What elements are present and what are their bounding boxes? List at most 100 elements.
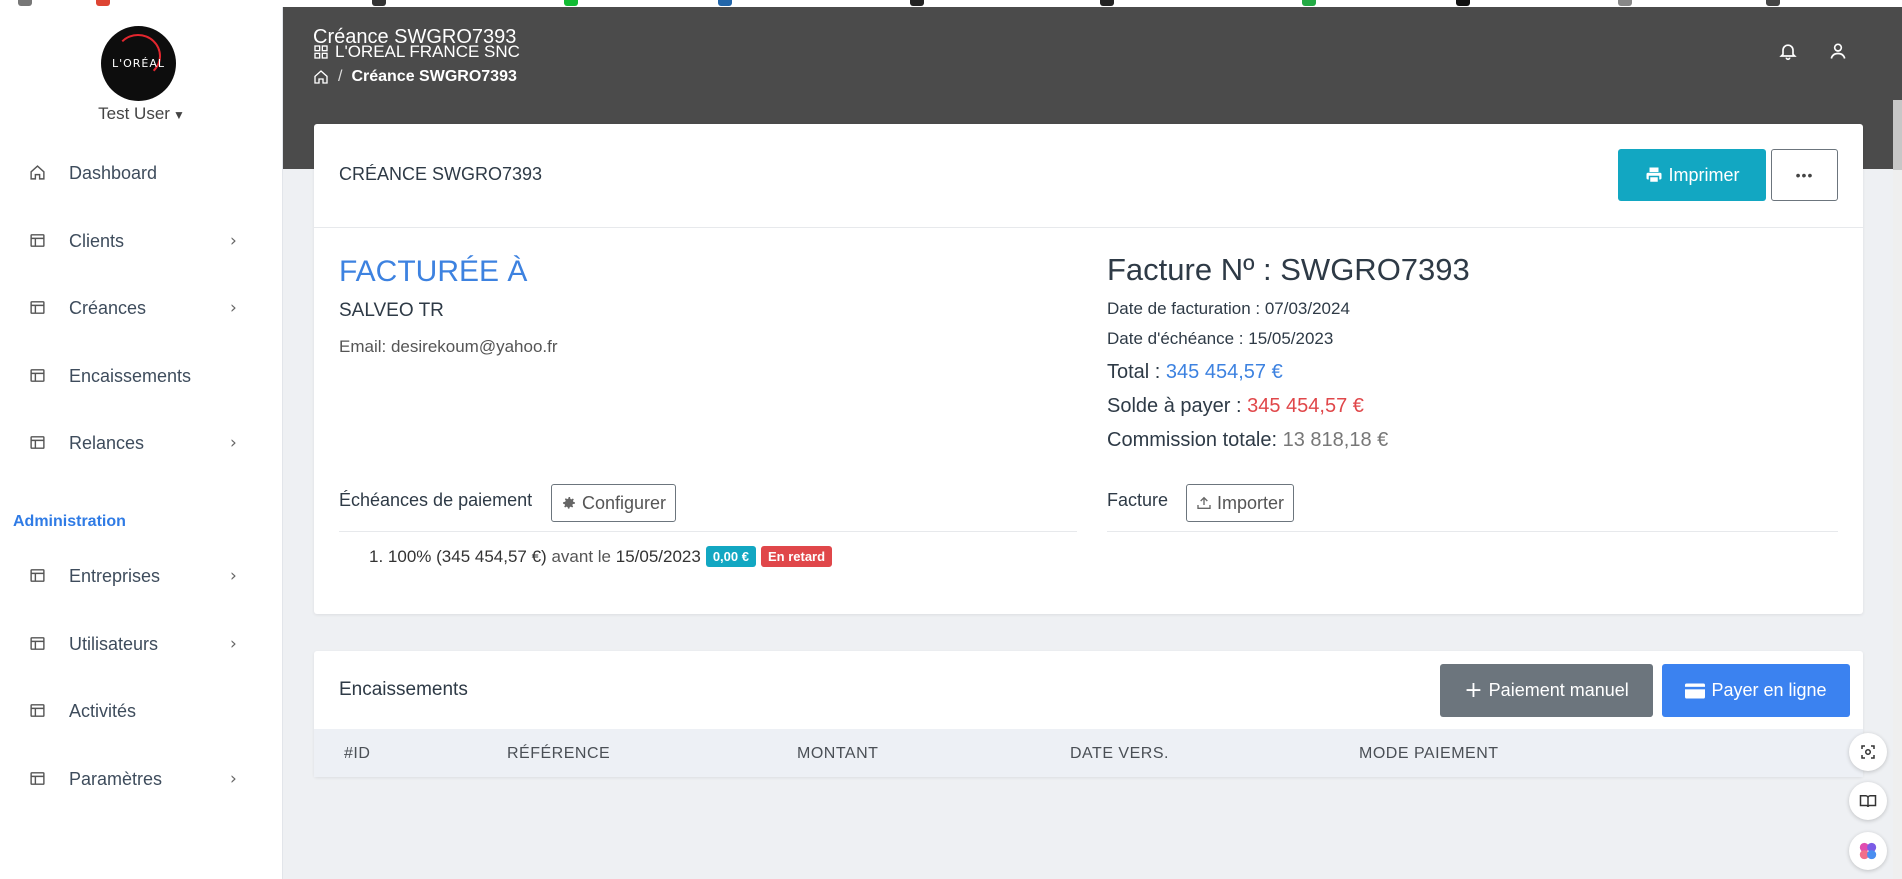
print-button[interactable]: Imprimer xyxy=(1618,149,1766,201)
sidebar-item-encaissements[interactable]: Encaissements xyxy=(0,354,283,398)
email-value: desirekoum@yahoo.fr xyxy=(390,337,558,356)
table-icon xyxy=(30,436,45,449)
brain-glyph xyxy=(1859,842,1877,860)
pay-online-label: Payer en ligne xyxy=(1711,680,1827,700)
schedule-item: 1. 100% (345 454,57 €) avant le 15/05/20… xyxy=(369,546,833,567)
schedule-index: 1. xyxy=(369,546,384,566)
column-header-id[interactable]: #ID xyxy=(344,745,370,763)
import-button[interactable]: Importer xyxy=(1186,484,1295,522)
invoice-file-label: Facture xyxy=(1107,490,1169,510)
table-icon xyxy=(30,301,45,314)
configure-button[interactable]: Configurer xyxy=(551,484,677,522)
caret-down-icon: ▼ xyxy=(172,108,185,122)
email-label: Email: xyxy=(339,337,387,356)
breadcrumb-separator: / xyxy=(338,68,343,85)
table-icon xyxy=(30,637,45,650)
logo-text: L'ORÉAL xyxy=(111,57,166,70)
payments-table-header: #ID RÉFÉRENCE MONTANT DATE VERS. MODE PA… xyxy=(314,729,1863,777)
sidebar-item-label: Encaissements xyxy=(69,365,192,386)
company-name-text: L'OREAL FRANCE SNC xyxy=(335,42,520,61)
sidebar-item-utilisateurs[interactable]: Utilisateurs › xyxy=(0,622,283,666)
chevron-right-icon: › xyxy=(230,634,237,654)
home-icon[interactable] xyxy=(313,69,329,85)
sidebar-item-parametres[interactable]: Paramètres › xyxy=(0,757,283,801)
page-scrollbar[interactable] xyxy=(1893,100,1902,879)
sidebar-item-label: Créances xyxy=(69,297,147,318)
invoice-card-header: CRÉANCE SWGRO7393 Imprimer ••• xyxy=(314,124,1863,228)
brain-icon[interactable] xyxy=(1849,832,1887,870)
sidebar-item-dashboard[interactable]: Dashboard xyxy=(0,151,283,195)
user-icon[interactable] xyxy=(1828,41,1848,61)
due-date-label: Date d'échéance : xyxy=(1107,329,1244,348)
column-header-payment-mode[interactable]: MODE PAIEMENT xyxy=(1359,745,1499,763)
balance-label: Solde à payer : xyxy=(1107,395,1242,417)
company-logo[interactable]: L'ORÉAL xyxy=(101,26,176,101)
status-badge: En retard xyxy=(760,546,833,567)
divider xyxy=(1107,531,1838,532)
sidebar-item-label: Paramètres xyxy=(69,768,163,789)
more-options-button[interactable]: ••• xyxy=(1771,149,1838,201)
building-icon xyxy=(314,45,328,59)
chevron-right-icon: › xyxy=(230,298,237,318)
pay-online-button[interactable]: Payer en ligne xyxy=(1662,664,1850,717)
sidebar-item-entreprises[interactable]: Entreprises › xyxy=(0,554,283,598)
balance-due: Solde à payer : 345 454,57 € xyxy=(1107,395,1364,418)
print-button-label: Imprimer xyxy=(1668,164,1740,185)
import-button-label: Importer xyxy=(1217,492,1285,513)
breadcrumb: / Créance SWGRO7393 xyxy=(313,68,517,86)
column-header-amount[interactable]: MONTANT xyxy=(797,745,878,763)
credit-card-icon xyxy=(1685,683,1706,698)
column-header-date[interactable]: DATE VERS. xyxy=(1070,745,1169,763)
admin-section-title: Administration xyxy=(13,513,126,530)
commission-label: Commission totale: xyxy=(1107,429,1278,451)
logo-mark xyxy=(115,34,161,78)
payments-card: Encaissements + Paiement manuel Payer en… xyxy=(314,651,1863,777)
billing-date-label: Date de facturation : xyxy=(1107,299,1261,318)
book-glyph xyxy=(1859,795,1877,808)
scrollbar-thumb[interactable] xyxy=(1893,100,1902,170)
due-date-value: 15/05/2023 xyxy=(1248,329,1334,348)
payment-schedules-label: Échéances de paiement xyxy=(339,490,533,510)
billing-date: Date de facturation : 07/03/2024 xyxy=(1107,299,1350,319)
invoice-card-title: CRÉANCE SWGRO7393 xyxy=(339,164,543,184)
sidebar-item-activites[interactable]: Activités xyxy=(0,689,283,733)
total-commission: Commission totale: 13 818,18 € xyxy=(1107,429,1388,452)
table-icon xyxy=(30,369,45,382)
bell-icon[interactable] xyxy=(1778,41,1798,61)
schedule-before: avant le xyxy=(551,546,611,566)
table-icon xyxy=(30,569,45,582)
manual-payment-label: Paiement manuel xyxy=(1488,680,1629,700)
chevron-right-icon: › xyxy=(230,433,237,453)
chevron-right-icon: › xyxy=(230,769,237,789)
chevron-right-icon: › xyxy=(230,566,237,586)
company-name: L'OREAL FRANCE SNC xyxy=(313,42,520,62)
invoice-number-title: Facture Nº : SWGRO7393 xyxy=(1107,252,1470,287)
manual-payment-button[interactable]: + Paiement manuel xyxy=(1440,664,1653,717)
total-label: Total : xyxy=(1107,361,1161,383)
client-email: Email: desirekoum@yahoo.fr xyxy=(339,337,558,357)
book-icon[interactable] xyxy=(1849,782,1887,820)
bookmarks-bar xyxy=(0,0,1902,7)
sidebar-item-label: Entreprises xyxy=(69,565,161,586)
total: Total : 345 454,57 € xyxy=(1107,361,1283,384)
sidebar-item-label: Utilisateurs xyxy=(69,633,159,654)
due-date: Date d'échéance : 15/05/2023 xyxy=(1107,329,1333,349)
breadcrumb-current: Créance SWGRO7393 xyxy=(351,68,517,85)
table-icon xyxy=(30,234,45,247)
schedule-share: 100% (345 454,57 €) xyxy=(387,546,547,566)
user-menu[interactable]: Test User ▼ xyxy=(0,104,283,124)
sidebar-item-label: Dashboard xyxy=(69,162,158,183)
sidebar-item-clients[interactable]: Clients › xyxy=(0,219,283,263)
screen-capture-icon[interactable] xyxy=(1849,733,1887,771)
payments-card-title: Encaissements xyxy=(339,679,468,700)
plus-icon: + xyxy=(1464,677,1483,703)
sidebar-item-relances[interactable]: Relances › xyxy=(0,421,283,465)
schedule-date: 15/05/2023 xyxy=(615,546,701,566)
divider xyxy=(339,531,1077,532)
sidebar-item-label: Activités xyxy=(69,700,137,721)
chevron-right-icon: › xyxy=(230,231,237,251)
sidebar-item-creances[interactable]: Créances › xyxy=(0,286,283,330)
home-icon xyxy=(30,165,45,180)
column-header-reference[interactable]: RÉFÉRENCE xyxy=(507,745,610,763)
table-icon xyxy=(30,704,45,717)
